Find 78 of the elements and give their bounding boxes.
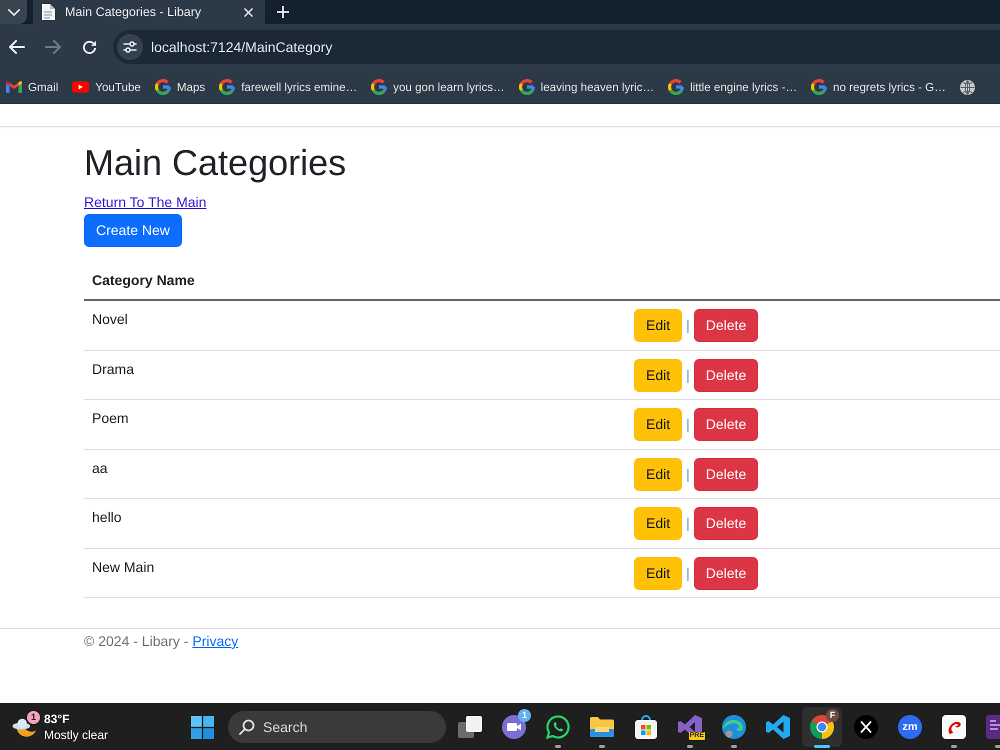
browser-tab[interactable]: Main Categories - Libary (33, 0, 265, 24)
mail-logo-icon (6, 81, 22, 93)
bookmark[interactable]: Maps (148, 74, 212, 100)
play-logo-icon (72, 81, 90, 93)
notification-badge: 1 (27, 711, 40, 724)
g-logo-icon (371, 79, 388, 95)
page-icon (41, 4, 55, 20)
notification-badge: 1 (518, 709, 531, 722)
edit-button[interactable]: Edit (634, 309, 682, 342)
bookmark[interactable]: little engine lyrics -… (662, 74, 804, 100)
delete-button[interactable]: Delete (694, 458, 758, 490)
wave-logo-icon (722, 715, 746, 739)
bookmark[interactable]: no regrets lyrics - G… (805, 74, 952, 100)
folder-icon (590, 717, 614, 737)
g-logo-icon (154, 79, 171, 95)
page-title: Main Categories (84, 141, 348, 184)
plus-icon (277, 6, 289, 18)
action-separator: | (686, 415, 690, 434)
arrow-right-icon (45, 40, 61, 54)
delete-button[interactable]: Delete (694, 309, 758, 342)
arrow-left-icon (9, 40, 25, 54)
chevron-down-icon (8, 8, 20, 16)
edit-button[interactable]: Edit (634, 556, 682, 590)
close-tab-button[interactable] (242, 6, 255, 18)
action-separator: | (686, 564, 690, 583)
table-cell: New Main (84, 548, 626, 598)
bookmark[interactable]: Gmail (0, 74, 64, 100)
bookmark[interactable]: leaving heaven lyric… (512, 74, 660, 100)
edit-button[interactable]: Edit (634, 458, 682, 490)
url-text: localhost:7124/MainCategory (151, 39, 332, 55)
action-separator: | (686, 514, 690, 533)
tune-icon[interactable] (117, 34, 143, 60)
zm-logo: zm (898, 715, 922, 739)
angle-logo-icon (766, 715, 790, 739)
table-cell: Drama (84, 350, 626, 400)
g-logo-icon (668, 79, 684, 95)
edit-button[interactable]: Edit (634, 408, 682, 441)
table-cell: Novel (84, 300, 626, 350)
phone-chat-icon (546, 715, 570, 739)
table-cell: aa (84, 449, 626, 498)
edit-button[interactable]: Edit (634, 507, 682, 540)
four-squares-icon (190, 716, 214, 738)
action-separator: | (686, 316, 690, 335)
footer-text: © 2024 - Libary - Privacy (84, 632, 240, 651)
search-field[interactable]: Search (228, 711, 446, 743)
table-cell: hello (84, 498, 626, 548)
column-header: Category Name (84, 262, 626, 300)
g-logo-icon (518, 79, 535, 95)
temperature-text: 83°F (44, 711, 70, 727)
address-bar[interactable]: localhost:7124/MainCategory (113, 30, 1000, 64)
reload-icon (82, 40, 96, 54)
taskbar-button[interactable]: zm (890, 707, 930, 747)
search-icon (239, 719, 255, 735)
shopping-bag-icon (634, 715, 658, 739)
privacy-link[interactable]: Privacy (192, 633, 238, 649)
delete-button[interactable]: Delete (694, 556, 758, 590)
table-cell: Poem (84, 400, 626, 449)
create-new-button[interactable]: Create New (84, 214, 182, 247)
action-separator: | (686, 464, 690, 484)
delete-button[interactable]: Delete (694, 358, 758, 392)
tab-list-button[interactable] (0, 0, 27, 24)
bookmark[interactable]: YouTube (66, 74, 147, 100)
delete-button[interactable]: Delete (694, 408, 758, 441)
weather-condition: Mostly clear (44, 727, 108, 743)
taskbar-button[interactable] (802, 707, 842, 747)
edit-button[interactable]: Edit (634, 358, 682, 392)
globe-icon (960, 80, 975, 94)
g-logo-icon (811, 79, 828, 95)
close-icon (244, 8, 253, 16)
action-separator: | (686, 366, 690, 385)
swirl-logo-icon (942, 715, 966, 739)
x-logo-icon (854, 715, 878, 739)
return-link[interactable]: Return To The Main (84, 194, 206, 210)
delete-button[interactable]: Delete (694, 507, 758, 540)
bookmark[interactable]: you gon learn lyrics… (365, 74, 511, 100)
overlapping-squares-icon (458, 716, 482, 738)
g-logo-icon (219, 79, 236, 95)
bookmark[interactable]: farewell lyrics emine… (213, 74, 364, 100)
